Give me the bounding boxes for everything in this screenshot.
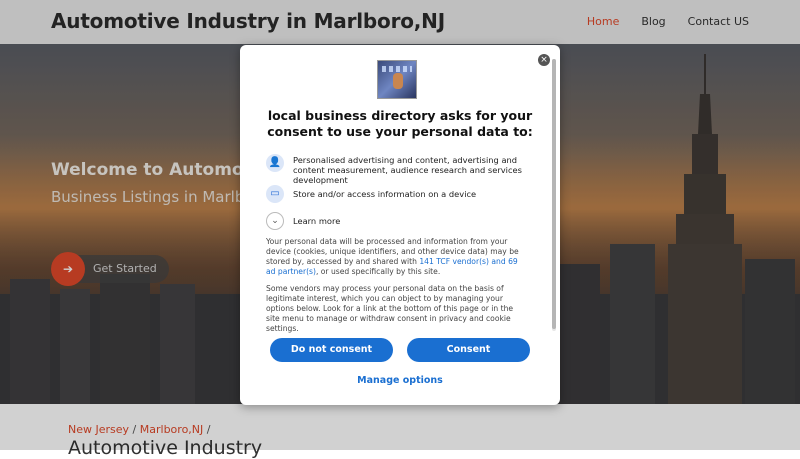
paragraph-text: , or used specifically by this site.: [315, 267, 441, 276]
purpose-text: Personalised advertising and content, ad…: [293, 155, 522, 185]
manage-options-link[interactable]: Manage options: [240, 375, 560, 386]
consent-button[interactable]: Consent: [407, 338, 530, 362]
consent-title: local business directory asks for your c…: [267, 108, 533, 139]
consent-paragraph-2: Some vendors may process your personal d…: [266, 284, 514, 333]
scrollbar-thumb[interactable]: [552, 59, 556, 329]
purpose-text: Store and/or access information on a dev…: [293, 189, 477, 199]
device-icon: ▭: [266, 185, 284, 203]
close-icon[interactable]: ×: [538, 54, 550, 66]
user-icon: 👤: [266, 154, 284, 172]
do-not-consent-button[interactable]: Do not consent: [270, 338, 393, 362]
learn-more-label: Learn more: [293, 216, 341, 226]
consent-dialog: × local business directory asks for your…: [240, 45, 560, 405]
chevron-down-icon: ⌄: [266, 212, 284, 230]
site-logo: [377, 60, 417, 99]
consent-paragraph-1: Your personal data will be processed and…: [266, 237, 528, 277]
